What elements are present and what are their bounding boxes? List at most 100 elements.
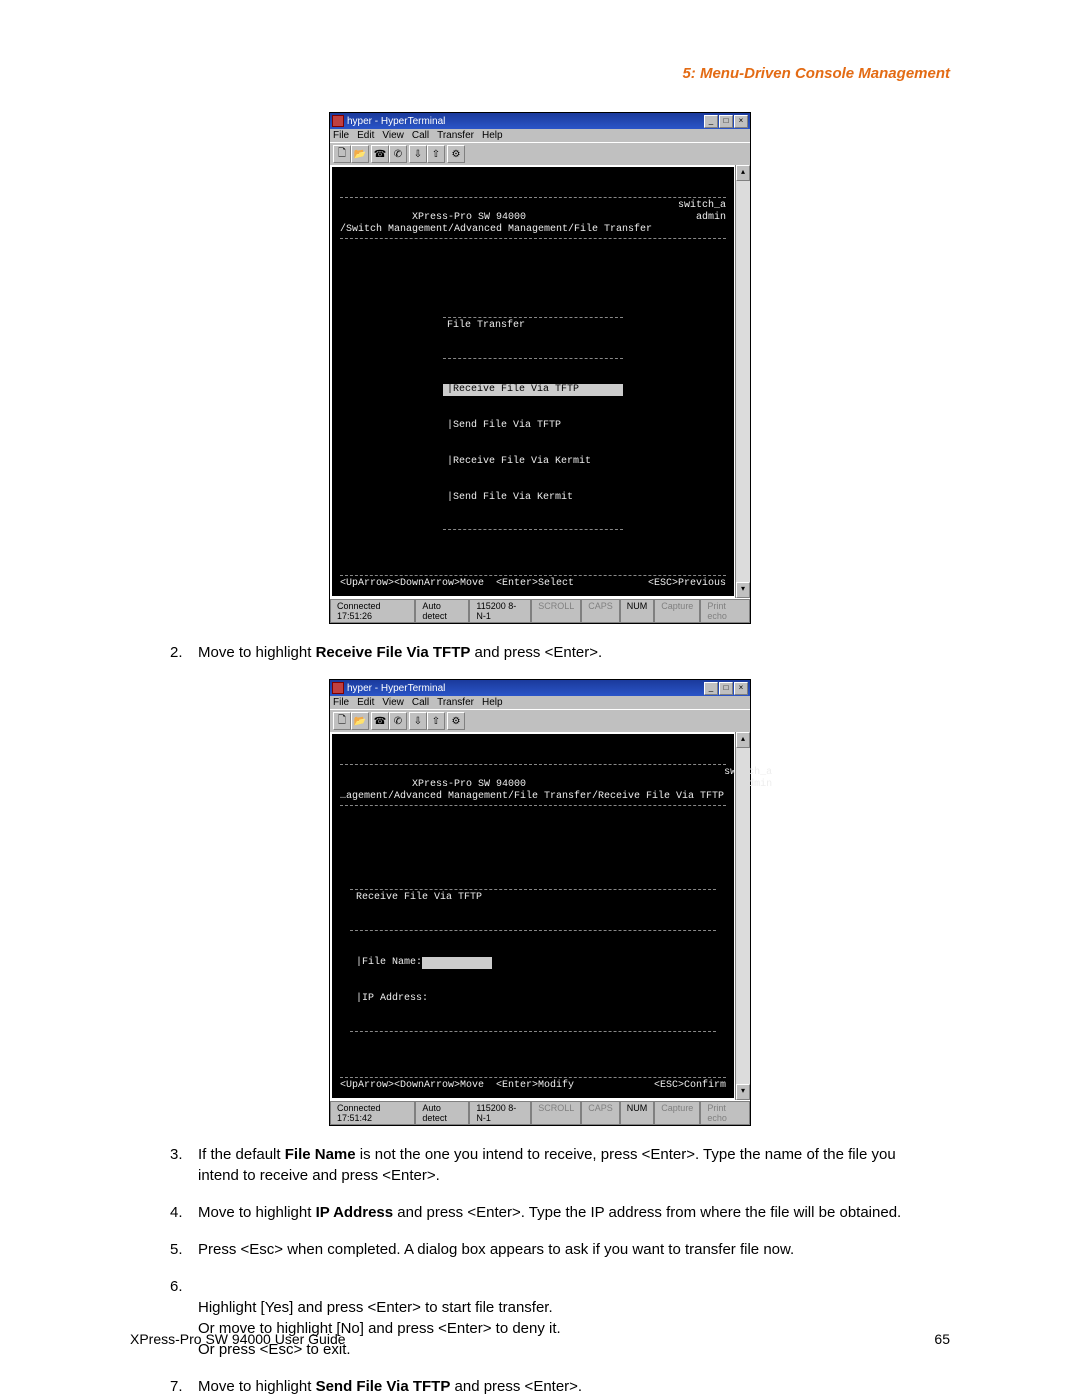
footer-hint-right: <ESC>Confirm [654,1080,726,1092]
status-connected: Connected 17:51:26 [330,599,415,623]
properties-icon[interactable]: ⚙ [447,145,465,163]
ip-address-label: |IP Address: [356,993,428,1005]
terminal-area[interactable]: XPress-Pro SW 94000 …agement/Advanced Ma… [332,734,734,1098]
step-text: Highlight [Yes] and press <Enter> to sta… [198,1276,930,1360]
status-bar: Connected 17:51:42 Auto detect 115200 8-… [330,1100,750,1125]
scroll-down-icon[interactable]: ▾ [736,582,750,598]
window-title: hyper - HyperTerminal [347,683,445,694]
status-capture: Capture [654,599,700,623]
step-2: 2. Move to highlight Receive File Via TF… [170,642,930,663]
new-icon[interactable]: 🗋 [333,145,351,163]
toolbar: 🗋 📂 ☎ ✆ ⇩ ⇧ ⚙ [330,142,750,165]
menu-title: File Transfer [443,317,623,334]
scroll-up-icon[interactable]: ▴ [736,165,750,181]
step-6: 6. Highlight [Yes] and press <Enter> to … [170,1276,930,1360]
step-text: Press <Esc> when completed. A dialog box… [198,1239,930,1260]
footer-hint-left: <UpArrow><DownArrow>Move <Enter>Select [340,578,574,590]
connect-icon[interactable]: ☎ [371,145,389,163]
minimize-icon[interactable]: _ [704,115,718,128]
new-icon[interactable]: 🗋 [333,712,351,730]
device-label: switch_a [678,200,726,211]
step-number: 3. [170,1144,198,1186]
scroll-up-icon[interactable]: ▴ [736,732,750,748]
step-number: 6. [170,1276,198,1360]
status-bar: Connected 17:51:26 Auto detect 115200 8-… [330,598,750,623]
menu-transfer[interactable]: Transfer [437,697,474,708]
connect-icon[interactable]: ☎ [371,712,389,730]
file-name-field[interactable] [422,957,492,969]
close-icon[interactable]: × [734,115,748,128]
product-label: XPress-Pro SW 94000 [412,212,526,223]
ip-address-row[interactable]: |IP Address: [356,993,710,1005]
product-label: XPress-Pro SW 94000 [412,779,526,790]
status-num: NUM [620,1101,655,1125]
screenshot-file-transfer: hyper - HyperTerminal _ □ × File Edit Vi… [329,112,751,624]
menu-bar: File Edit View Call Transfer Help [330,129,750,142]
close-icon[interactable]: × [734,682,748,695]
status-num: NUM [620,599,655,623]
menu-call[interactable]: Call [412,130,429,141]
menu-item-receive-tftp[interactable]: |Receive File Via TFTP [443,384,623,396]
file-transfer-menu: File Transfer |Receive File Via TFTP |Se… [443,293,623,554]
send-icon[interactable]: ⇩ [409,145,427,163]
menu-view[interactable]: View [382,130,404,141]
menu-view[interactable]: View [382,697,404,708]
section-header: 5: Menu-Driven Console Management [130,65,950,82]
receive-icon[interactable]: ⇧ [427,712,445,730]
send-icon[interactable]: ⇩ [409,712,427,730]
terminal-area[interactable]: XPress-Pro SW 94000 /Switch Management/A… [332,167,734,596]
menu-edit[interactable]: Edit [357,130,374,141]
vertical-scrollbar[interactable]: ▴ ▾ [735,165,750,598]
menu-help[interactable]: Help [482,697,503,708]
file-name-row[interactable]: |File Name: [356,957,710,969]
step-text: Move to highlight Send File Via TFTP and… [198,1376,930,1397]
menu-call[interactable]: Call [412,697,429,708]
properties-icon[interactable]: ⚙ [447,712,465,730]
status-scroll: SCROLL [531,599,581,623]
menu-file[interactable]: File [333,130,349,141]
disconnect-icon[interactable]: ✆ [389,712,407,730]
minimize-icon[interactable]: _ [704,682,718,695]
window-titlebar: hyper - HyperTerminal _ □ × [330,680,750,696]
vertical-scrollbar[interactable]: ▴ ▾ [735,732,750,1100]
receive-tftp-form: Receive File Via TFTP |File Name: |IP Ad… [350,865,716,1056]
step-text: Move to highlight IP Address and press <… [198,1202,930,1223]
menu-item-send-kermit[interactable]: |Send File Via Kermit [443,492,623,504]
menu-edit[interactable]: Edit [357,697,374,708]
maximize-icon[interactable]: □ [719,682,733,695]
footer-hint-right: <ESC>Previous [648,578,726,590]
app-icon [332,682,344,694]
receive-icon[interactable]: ⇧ [427,145,445,163]
status-baud: 115200 8-N-1 [469,599,531,623]
menu-file[interactable]: File [333,697,349,708]
maximize-icon[interactable]: □ [719,115,733,128]
status-print-echo: Print echo [700,1101,750,1125]
step-7: 7. Move to highlight Send File Via TFTP … [170,1376,930,1397]
menu-help[interactable]: Help [482,130,503,141]
disconnect-icon[interactable]: ✆ [389,145,407,163]
step-number: 5. [170,1239,198,1260]
file-name-label: |File Name: [356,957,422,969]
status-scroll: SCROLL [531,1101,581,1125]
open-icon[interactable]: 📂 [351,145,369,163]
status-print-echo: Print echo [700,599,750,623]
step-text: If the default File Name is not the one … [198,1144,930,1186]
status-detect: Auto detect [415,599,469,623]
scroll-down-icon[interactable]: ▾ [736,1084,750,1100]
footer-guide-title: XPress-Pro SW 94000 User Guide [130,1331,346,1347]
window-titlebar: hyper - HyperTerminal _ □ × [330,113,750,129]
step-text: Move to highlight Receive File Via TFTP … [198,642,930,663]
menu-item-send-tftp[interactable]: |Send File Via TFTP [443,420,623,432]
page-number: 65 [934,1331,950,1347]
menu-transfer[interactable]: Transfer [437,130,474,141]
status-caps: CAPS [581,599,620,623]
screenshot-receive-tftp: hyper - HyperTerminal _ □ × File Edit Vi… [329,679,751,1126]
step-number: 7. [170,1376,198,1397]
status-detect: Auto detect [415,1101,469,1125]
open-icon[interactable]: 📂 [351,712,369,730]
status-caps: CAPS [581,1101,620,1125]
app-icon [332,115,344,127]
menu-bar: File Edit View Call Transfer Help [330,696,750,709]
user-label: admin [696,212,726,223]
menu-item-receive-kermit[interactable]: |Receive File Via Kermit [443,456,623,468]
